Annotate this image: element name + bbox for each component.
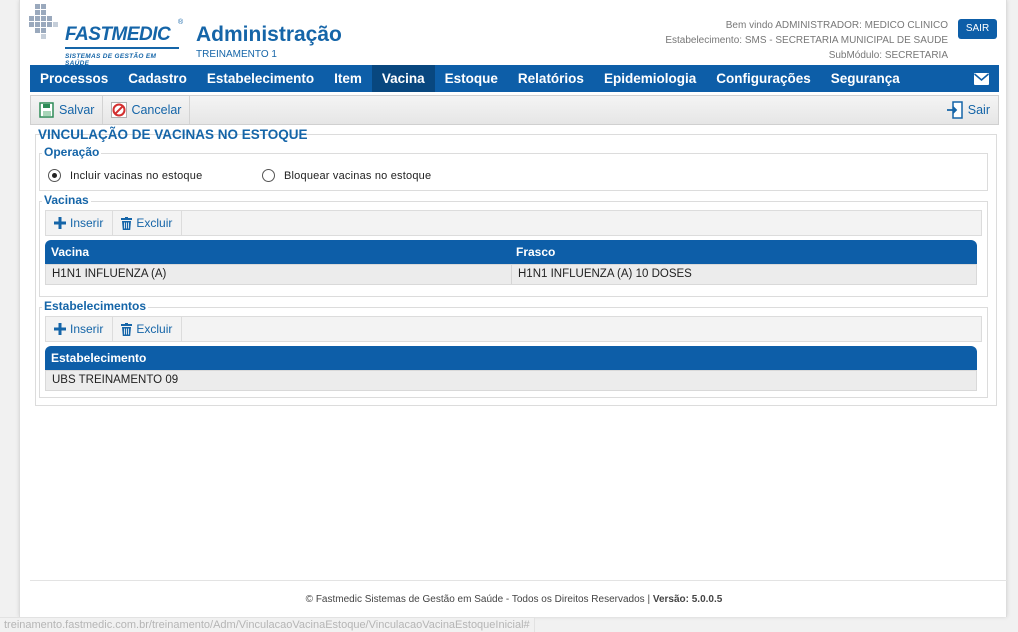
user-info: Bem vindo ADMINISTRADOR: MEDICO CLINICO … bbox=[665, 18, 948, 63]
vaccines-legend: Vacinas bbox=[42, 193, 91, 207]
vaccines-insert-label: Inserir bbox=[70, 216, 104, 230]
page-subtitle: TREINAMENTO 1 bbox=[196, 49, 277, 60]
exit-icon bbox=[946, 101, 963, 119]
exit-label: Sair bbox=[967, 103, 990, 117]
nav-item-seguranca[interactable]: Segurança bbox=[821, 65, 910, 92]
radio-block[interactable]: Bloquear vacinas no estoque bbox=[262, 169, 431, 182]
footer: © Fastmedic Sistemas de Gestão em Saúde … bbox=[20, 594, 1008, 605]
vaccines-grid-header: Vacina Frasco bbox=[45, 240, 977, 264]
plus-icon bbox=[54, 323, 66, 335]
save-button[interactable]: Salvar bbox=[31, 96, 104, 124]
cancel-button[interactable]: Cancelar bbox=[103, 96, 191, 124]
table-row[interactable]: H1N1 INFLUENZA (A) H1N1 INFLUENZA (A) 10… bbox=[45, 264, 977, 285]
column-header-frasco[interactable]: Frasco bbox=[510, 240, 977, 264]
vaccines-delete-button[interactable]: Excluir bbox=[113, 211, 183, 235]
main-nav: Processos Cadastro Estabelecimento Item … bbox=[30, 65, 999, 92]
table-row[interactable]: UBS TREINAMENTO 09 bbox=[45, 370, 977, 391]
vaccines-insert-button[interactable]: Inserir bbox=[46, 211, 114, 235]
establishment-text: Estabelecimento: SMS - SECRETARIA MUNICI… bbox=[665, 35, 948, 46]
logo-cross-icon bbox=[29, 4, 58, 39]
save-icon bbox=[39, 102, 54, 118]
establishments-legend: Estabelecimentos bbox=[42, 299, 149, 313]
establishments-toolbar: Inserir Excluir bbox=[45, 316, 982, 342]
nav-item-configuracoes[interactable]: Configurações bbox=[706, 65, 821, 92]
envelope-icon[interactable] bbox=[963, 65, 999, 92]
establishments-insert-label: Inserir bbox=[70, 322, 104, 336]
operation-legend: Operação bbox=[42, 145, 102, 159]
fastmedic-logo[interactable]: FASTMEDIC ® SISTEMAS DE GESTÃO EM SAÚDE bbox=[29, 4, 183, 67]
page-container: FASTMEDIC ® SISTEMAS DE GESTÃO EM SAÚDE … bbox=[19, 0, 1008, 617]
radio-block-label: Bloquear vacinas no estoque bbox=[284, 169, 432, 182]
establishments-grid-header: Estabelecimento bbox=[45, 346, 977, 370]
logo-registered-mark: ® bbox=[178, 19, 184, 26]
vaccines-group: Vacinas Inserir Excluir Vacina Frasco H1… bbox=[39, 193, 988, 297]
column-header-vacina[interactable]: Vacina bbox=[45, 240, 510, 264]
nav-item-vacina[interactable]: Vacina bbox=[371, 65, 435, 92]
nav-item-cadastro[interactable]: Cadastro bbox=[118, 65, 197, 92]
logo-wordmark: FASTMEDIC bbox=[65, 24, 171, 45]
logout-button[interactable]: SAIR bbox=[958, 19, 997, 39]
vaccines-toolbar: Inserir Excluir bbox=[45, 210, 982, 236]
radio-include-control[interactable] bbox=[48, 169, 61, 182]
nav-item-relatorios[interactable]: Relatórios bbox=[508, 65, 594, 92]
submodule-text: SubMódulo: SECRETARIA bbox=[828, 50, 948, 61]
radio-include-label: Incluir vacinas no estoque bbox=[70, 169, 203, 182]
nav-item-epidemiologia[interactable]: Epidemiologia bbox=[594, 65, 706, 92]
status-bar-url: treinamento.fastmedic.com.br/treinamento… bbox=[0, 617, 535, 632]
plus-icon bbox=[54, 217, 66, 229]
vaccines-delete-label: Excluir bbox=[136, 216, 173, 230]
establishments-delete-label: Excluir bbox=[136, 322, 173, 336]
radio-include[interactable]: Incluir vacinas no estoque bbox=[48, 169, 202, 182]
establishments-delete-button[interactable]: Excluir bbox=[113, 317, 183, 341]
nav-item-estoque[interactable]: Estoque bbox=[435, 65, 508, 92]
cancel-icon bbox=[111, 102, 128, 118]
section-title: VINCULAÇÃO DE VACINAS NO ESTOQUE bbox=[38, 127, 308, 142]
trash-icon bbox=[121, 216, 133, 230]
column-header-estabelecimento[interactable]: Estabelecimento bbox=[45, 346, 146, 370]
radio-block-control[interactable] bbox=[262, 169, 275, 182]
cell-vacina: H1N1 INFLUENZA (A) bbox=[52, 268, 167, 280]
welcome-text: Bem vindo ADMINISTRADOR: MEDICO CLINICO bbox=[725, 20, 948, 31]
action-toolbar: Salvar Cancelar Sair bbox=[30, 95, 999, 125]
nav-item-estabelecimento[interactable]: Estabelecimento bbox=[197, 65, 324, 92]
footer-copyright: © Fastmedic Sistemas de Gestão em Saúde … bbox=[305, 594, 651, 605]
cell-frasco: H1N1 INFLUENZA (A) 10 DOSES bbox=[511, 265, 976, 284]
footer-version: Versão: 5.0.0.5 bbox=[652, 594, 723, 605]
nav-item-item[interactable]: Item bbox=[324, 65, 372, 92]
trash-icon bbox=[121, 322, 133, 336]
cell-estabelecimento: UBS TREINAMENTO 09 bbox=[52, 374, 179, 386]
logo-underline bbox=[65, 47, 179, 49]
exit-button[interactable]: Sair bbox=[938, 96, 998, 124]
operation-group: Operação Incluir vacinas no estoque Bloq… bbox=[39, 145, 988, 191]
nav-item-processos[interactable]: Processos bbox=[30, 65, 118, 92]
page-title: Administração bbox=[196, 23, 342, 46]
cancel-label: Cancelar bbox=[131, 103, 182, 117]
save-label: Salvar bbox=[59, 103, 95, 117]
establishments-insert-button[interactable]: Inserir bbox=[46, 317, 114, 341]
establishments-group: Estabelecimentos Inserir Excluir Estabel… bbox=[39, 299, 988, 398]
footer-divider bbox=[30, 580, 1008, 581]
